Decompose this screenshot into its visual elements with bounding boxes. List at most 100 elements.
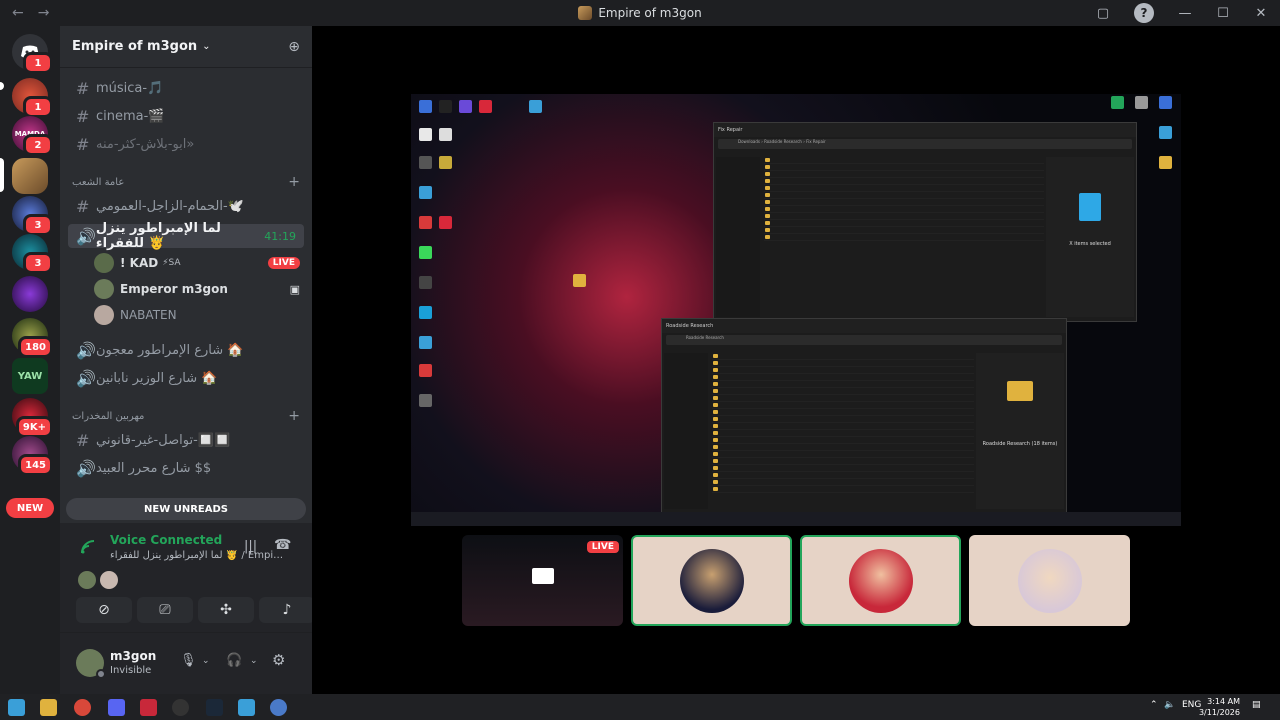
voice-user[interactable]: NABATEN [94, 303, 300, 327]
maximize-button[interactable]: ☐ [1204, 0, 1242, 26]
disconnect-icon[interactable]: ☎ [274, 537, 291, 553]
voice-status[interactable]: Voice Connected [110, 533, 222, 547]
desktop-icon [419, 186, 432, 199]
minimize-button[interactable]: — [1166, 0, 1204, 26]
text-channel[interactable]: # ابو-بلاش-كثر-منه» [68, 132, 304, 156]
voice-location[interactable]: لما الإمبراطور ينزل للفقراء 🤴 / Empire o… [110, 550, 285, 561]
volume-icon[interactable]: 🔈 [1164, 700, 1175, 710]
server-header[interactable]: Empire of m3gon ⌄ ⊕ [60, 26, 312, 68]
steam-icon[interactable] [206, 699, 223, 716]
text-channel[interactable]: # cinema-🎬 [68, 104, 304, 128]
server-icon[interactable]: 3 [12, 196, 53, 236]
soundboard-button[interactable]: ♪ [259, 597, 315, 623]
category-header[interactable]: مهربين المخدرات + [72, 408, 300, 424]
stream-tile[interactable]: LIVE [462, 535, 623, 626]
avatar [78, 571, 96, 589]
chrome-icon[interactable] [74, 699, 91, 716]
text-channel[interactable]: # música-🎵 [68, 76, 304, 100]
add-channel-icon[interactable]: + [288, 408, 300, 424]
server-icon[interactable]: MAMDA 2 [12, 116, 53, 156]
back-icon[interactable]: ← [12, 5, 24, 21]
signal-icon[interactable] [80, 539, 96, 555]
screen-share-button[interactable]: ⎚ [137, 597, 193, 623]
inner-taskbar [411, 512, 1181, 526]
app-icon[interactable] [140, 699, 157, 716]
speaker-icon: 🔊 [76, 368, 96, 388]
speaker-icon: 🔊 [76, 340, 96, 360]
voice-user[interactable]: Emperor m3gon ▣ [94, 277, 300, 301]
close-button[interactable]: ✕ [1242, 0, 1280, 26]
desktop-icon [1135, 96, 1148, 109]
text-channel[interactable]: # تواصل-غير-قانوني-🔲🔲 [68, 428, 304, 452]
chevron-down-icon[interactable]: ⌄ [250, 656, 258, 666]
headphones-icon[interactable]: 🎧 [226, 653, 242, 668]
voice-channel-active[interactable]: 🔊 لما الإمبراطور ينزل للفقراء 🤴 41:19 [68, 221, 304, 251]
activities-button[interactable]: ✣ [198, 597, 254, 623]
participant-tile[interactable] [969, 535, 1130, 626]
file-explorer-icon[interactable] [40, 699, 57, 716]
desktop-icon [419, 246, 432, 259]
voice-channel[interactable]: 🔊 شارع الإمراطور معجون 🏠 [68, 338, 304, 362]
user-panel: m3gon Invisible 🎙 ⌄ 🎧 ⌄ ⚙ [60, 633, 312, 694]
server-icon[interactable]: YAW [12, 358, 48, 394]
start-icon[interactable] [8, 699, 25, 716]
notification-icon[interactable]: ▤ [1252, 700, 1261, 710]
text-channel[interactable]: # الحمام-الزاجل-العمومي-🕊️ [68, 194, 304, 218]
desktop-icon [419, 364, 432, 377]
desktop-icon [1159, 126, 1172, 139]
screen-share-icon: ▣ [289, 282, 300, 296]
hash-icon: # [76, 106, 90, 126]
participant-tile[interactable] [631, 535, 792, 626]
discord-home-icon[interactable]: 1 [12, 34, 53, 74]
server-icon[interactable]: 1 [12, 78, 53, 118]
chevron-down-icon[interactable]: ⌄ [202, 656, 210, 666]
avatar [679, 548, 744, 613]
server-icon[interactable]: 145 [12, 436, 53, 476]
folder-icon [573, 274, 586, 287]
clock[interactable]: 3:14 AM 3/11/2026 [1199, 696, 1240, 718]
desktop-icon [419, 394, 432, 407]
server-icon[interactable]: 3 [12, 234, 53, 274]
file-explorer-window[interactable]: Fix Repair Downloads › Roadside Research… [713, 122, 1137, 322]
voice-connected-panel: Voice Connected لما الإمبراطور ينزل للفق… [60, 523, 315, 633]
desktop-icon [419, 306, 432, 319]
voice-channel[interactable]: 🔊 شارع الوزير نابانين 🏠 [68, 366, 304, 390]
voice-channel[interactable]: 🔊 شارع محرر العبيد $$ [68, 456, 304, 480]
speaker-icon: 🔊 [76, 226, 96, 246]
server-icon[interactable]: 180 [12, 318, 53, 358]
app-icon[interactable] [270, 699, 287, 716]
add-channel-icon[interactable]: + [288, 174, 300, 190]
invite-icon[interactable]: ⊕ [288, 39, 300, 55]
chevron-up-icon[interactable]: ⌃ [1150, 700, 1158, 710]
noise-suppression-icon[interactable]: ||| [244, 539, 257, 554]
hash-icon: # [76, 196, 90, 216]
desktop-icon [439, 100, 452, 113]
server-icon[interactable] [12, 276, 48, 312]
desktop-icon [419, 336, 432, 349]
app-icon[interactable] [172, 699, 189, 716]
forward-icon[interactable]: → [38, 5, 50, 21]
discord-taskbar-icon[interactable] [108, 699, 125, 716]
username[interactable]: m3gon [110, 649, 156, 663]
desktop-icon [419, 156, 432, 169]
screen-share-view[interactable]: Fix Repair Downloads › Roadside Research… [411, 94, 1181, 526]
active-server-icon[interactable] [12, 158, 48, 194]
desktop-icon [459, 100, 472, 113]
new-unreads-button[interactable]: NEW UNREADS [66, 498, 306, 520]
voice-user[interactable]: ! KAD ⚡SA LIVE [94, 251, 300, 275]
app-icon[interactable] [238, 699, 255, 716]
help-icon[interactable]: ? [1134, 3, 1154, 23]
gear-icon[interactable]: ⚙ [272, 651, 285, 669]
new-pill[interactable]: NEW [6, 498, 54, 518]
microphone-icon[interactable]: 🎙 [180, 653, 197, 668]
inbox-icon[interactable]: ▢ [1084, 0, 1122, 26]
user-status: Invisible [110, 665, 152, 676]
server-icon[interactable]: 9K+ [12, 398, 53, 438]
camera-off-button[interactable]: ⊘ [76, 597, 132, 623]
avatar[interactable] [76, 649, 106, 679]
avatar [94, 279, 114, 299]
category-header[interactable]: عامة الشعب + [72, 174, 300, 190]
participant-tile[interactable] [800, 535, 961, 626]
server-icon [578, 6, 593, 20]
file-explorer-window[interactable]: Roadside Research Roadside Research Road… [661, 318, 1067, 514]
